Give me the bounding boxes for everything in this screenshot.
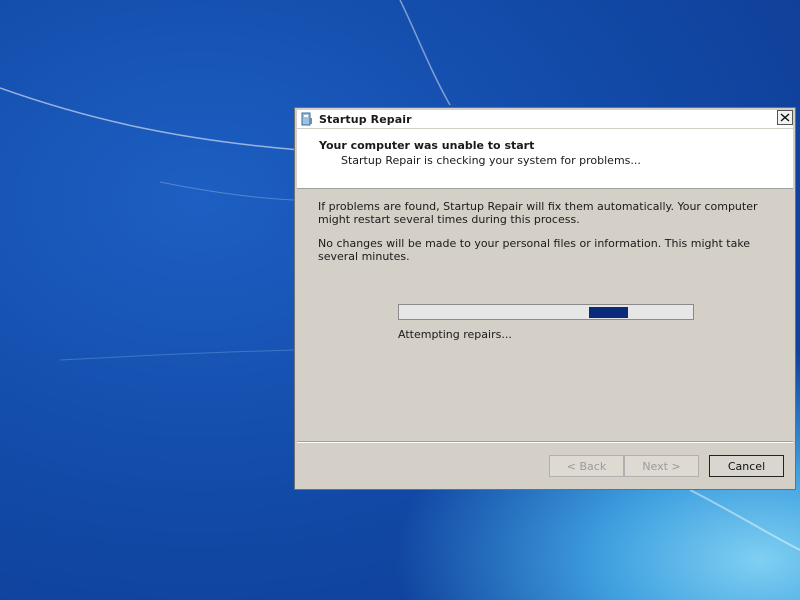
startup-repair-dialog: Startup Repair Your computer was unable … <box>294 107 796 490</box>
close-button[interactable] <box>777 110 793 125</box>
button-divider <box>297 441 793 443</box>
header-subtitle: Startup Repair is checking your system f… <box>341 154 641 167</box>
progress-marquee-block <box>589 307 628 318</box>
back-button[interactable]: < Back <box>549 455 624 477</box>
info-paragraph-problems: If problems are found, Startup Repair wi… <box>318 200 758 226</box>
header-title: Your computer was unable to start <box>319 139 535 152</box>
title-bar[interactable]: Startup Repair <box>297 110 793 128</box>
progress-bar <box>398 304 694 320</box>
cancel-button[interactable]: Cancel <box>709 455 784 477</box>
window-title: Startup Repair <box>319 112 412 126</box>
dialog-header: Your computer was unable to start Startu… <box>297 129 793 189</box>
progress-status: Attempting repairs... <box>398 328 512 341</box>
info-paragraph-no-changes: No changes will be made to your personal… <box>318 237 751 263</box>
next-button[interactable]: Next > <box>624 455 699 477</box>
startup-repair-icon <box>301 112 312 126</box>
close-icon <box>780 113 790 122</box>
